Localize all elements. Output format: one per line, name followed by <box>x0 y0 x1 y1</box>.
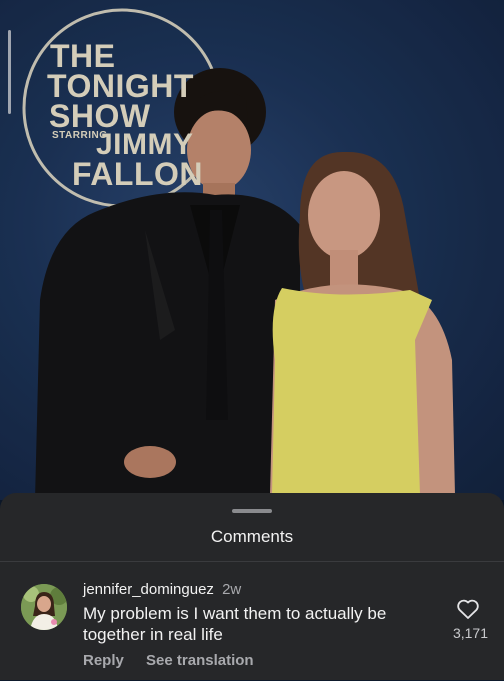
avatar[interactable] <box>21 584 67 630</box>
logo-text-fallon: FALLON <box>72 156 203 192</box>
username-text[interactable]: jennifer_dominguez <box>83 581 214 598</box>
sheet-drag-handle[interactable] <box>232 509 272 513</box>
comment-actions: Reply See translation <box>83 652 272 669</box>
comment-username[interactable]: jennifer_dominguez 2w <box>83 581 241 598</box>
reply-button[interactable]: Reply <box>83 652 124 669</box>
comments-title: Comments <box>210 527 294 546</box>
comments-sheet: Comments jennifer_dominguez 2w My proble… <box>0 493 504 680</box>
comment-timestamp: 2w <box>222 581 242 598</box>
comment-item: jennifer_dominguez 2w My problem is I wa… <box>0 571 504 681</box>
scroll-indicator[interactable] <box>8 30 11 114</box>
post-photo[interactable]: THE TONIGHT SHOW STARRING JIMMY FALLON <box>0 0 504 500</box>
like-count: 3,171 <box>452 625 488 641</box>
comment-text: My problem is I want them to actually be… <box>83 604 387 644</box>
sheet-divider <box>0 561 504 562</box>
heart-icon[interactable] <box>456 598 480 620</box>
avatar-image <box>21 584 67 630</box>
see-translation-button[interactable]: See translation <box>146 652 254 669</box>
